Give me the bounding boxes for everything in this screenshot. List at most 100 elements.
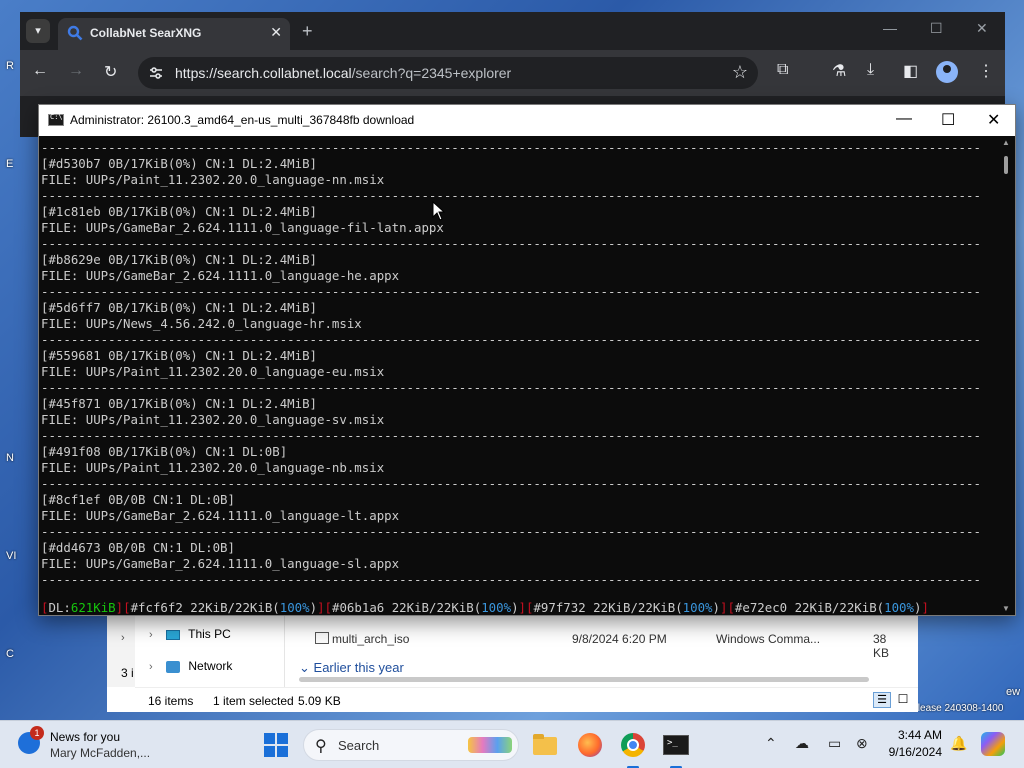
download-file-line: FILE: UUPs/GameBar_2.624.1111.0_language… xyxy=(41,220,444,235)
bracket: ] xyxy=(115,600,124,615)
tiles-view-icon[interactable]: ☐ xyxy=(895,692,911,708)
address-bar[interactable]: https://search.collabnet.local/search?q=… xyxy=(138,57,758,89)
console-scrollbar[interactable]: ▲ ▼ xyxy=(997,136,1015,615)
bracket: [ xyxy=(324,600,333,615)
download-status-line: [#45f871 0B/17KiB(0%) CN:1 DL:2.4MiB] xyxy=(41,396,318,411)
bracket: [ xyxy=(727,600,735,615)
selection-size: 5.09 KB xyxy=(298,694,341,708)
console-separator: ----------------------------------------… xyxy=(41,380,981,395)
nav-item-network[interactable]: › Network xyxy=(149,659,232,673)
system-clock[interactable]: 3:44 AM 9/16/2024 xyxy=(884,727,942,761)
console-close-button[interactable]: ✕ xyxy=(987,110,1000,130)
item-count: 16 items xyxy=(148,694,194,708)
download-file-line: FILE: UUPs/Paint_11.2302.20.0_language-e… xyxy=(41,364,385,379)
nav-item-this-pc[interactable]: › This PC xyxy=(149,627,231,641)
download-icon[interactable]: ⤓ xyxy=(867,61,874,79)
desktop-fragment: Release 240308-1400 xyxy=(905,703,1004,714)
tab-search-button[interactable]: ▾ xyxy=(26,19,50,43)
console-separator: ----------------------------------------… xyxy=(41,572,981,587)
file-row[interactable]: multi_arch_iso 9/8/2024 6:20 PM Windows … xyxy=(285,610,905,660)
search-highlight-icon xyxy=(468,737,512,753)
command-prompt-icon xyxy=(48,113,64,126)
network-disconnected-icon[interactable]: ⊗ xyxy=(856,735,868,752)
desktop-fragment: ew xyxy=(1006,686,1021,698)
new-tab-button[interactable]: + xyxy=(302,21,313,42)
download-status-line: [#b8629e 0B/17KiB(0%) CN:1 DL:2.4MiB] xyxy=(41,252,318,267)
download-status-line: [#dd4673 0B/0B CN:1 DL:0B] xyxy=(41,540,235,555)
download-status-line: [#1c81eb 0B/17KiB(0%) CN:1 DL:2.4MiB] xyxy=(41,204,318,219)
console-separator: ----------------------------------------… xyxy=(41,476,981,491)
console-maximize-button[interactable]: ☐ xyxy=(941,110,955,130)
summary-item: ) xyxy=(712,600,720,615)
notification-badge: 1 xyxy=(30,726,44,740)
chevron-down-icon[interactable]: ⌄ xyxy=(299,660,310,675)
tab-searxng[interactable]: CollabNet SearXNG ✕ xyxy=(58,18,290,50)
reload-button[interactable]: ↻ xyxy=(104,62,117,82)
back-button[interactable]: ← xyxy=(32,62,48,80)
summary-item: #06b1a6 22KiB/22KiB( xyxy=(332,600,482,615)
summary-item-percent: 100% xyxy=(884,600,914,615)
summary-dl-value: 621KiB xyxy=(70,600,116,615)
download-file-line: FILE: UUPs/News_4.56.242.0_language-hr.m… xyxy=(41,316,362,331)
forward-button[interactable]: → xyxy=(68,62,84,80)
close-tab-icon[interactable]: ✕ xyxy=(270,24,282,41)
bookmark-star-icon[interactable]: ☆ xyxy=(732,62,748,83)
site-settings-icon[interactable] xyxy=(148,65,164,81)
console-title: Administrator: 26100.3_amd64_en-us_multi… xyxy=(70,113,415,127)
console-separator: ----------------------------------------… xyxy=(41,140,981,155)
desktop-fragment: N xyxy=(6,452,14,464)
scroll-up-arrow-icon[interactable]: ▲ xyxy=(1002,138,1010,147)
profile-avatar[interactable] xyxy=(936,61,958,83)
file-size: 38 KB xyxy=(873,632,890,660)
close-window-button[interactable]: ✕ xyxy=(976,20,988,37)
chevron-right-icon[interactable]: › xyxy=(149,629,153,641)
chrome-app-icon[interactable] xyxy=(619,731,647,768)
search-label: Search xyxy=(338,738,380,753)
horizontal-scrollbar[interactable] xyxy=(299,677,869,682)
bracket: [ xyxy=(123,600,131,615)
labs-flask-icon[interactable]: ⚗ xyxy=(832,61,846,81)
console-minimize-button[interactable]: — xyxy=(896,110,912,128)
console-separator: ----------------------------------------… xyxy=(41,236,981,251)
summary-item-percent: 100% xyxy=(481,600,512,615)
expand-chevron-icon[interactable]: › xyxy=(121,632,125,644)
console-window: Administrator: 26100.3_amd64_en-us_multi… xyxy=(38,104,1016,616)
copilot-icon[interactable] xyxy=(981,732,1005,756)
desktop-fragment: R xyxy=(6,60,14,72)
nav-item-label: Network xyxy=(188,659,233,673)
file-explorer-app-icon[interactable] xyxy=(531,731,559,759)
explorer-status-bar: 16 items 1 item selected 5.09 KB ☰ ☐ xyxy=(135,687,918,712)
display-icon[interactable]: ▭ xyxy=(828,735,841,752)
start-button[interactable] xyxy=(264,733,288,757)
details-view-icon[interactable]: ☰ xyxy=(873,692,891,708)
maximize-button[interactable]: ☐ xyxy=(930,20,943,37)
firefox-app-icon[interactable] xyxy=(576,731,604,759)
scroll-down-arrow-icon[interactable]: ▼ xyxy=(1002,604,1010,613)
batch-file-icon xyxy=(315,632,329,644)
desktop-fragment: VI xyxy=(6,550,17,562)
side-panel-icon[interactable]: ◧ xyxy=(903,61,918,81)
notification-bell-icon[interactable]: 🔔 xyxy=(950,735,967,752)
group-header[interactable]: ⌄ Earlier this year xyxy=(299,660,404,676)
chevron-up-icon[interactable]: ⌃ xyxy=(765,735,777,752)
file-date: 9/8/2024 6:20 PM xyxy=(572,632,667,646)
bracket: ] xyxy=(317,600,325,615)
download-file-line: FILE: UUPs/Paint_11.2302.20.0_language-n… xyxy=(41,172,385,187)
console-separator: ----------------------------------------… xyxy=(41,332,981,347)
scrollbar-thumb[interactable] xyxy=(1004,156,1008,174)
minimize-button[interactable]: — xyxy=(883,20,897,36)
console-output[interactable]: ----------------------------------------… xyxy=(39,136,999,615)
navigation-pane: › This PC › Network xyxy=(135,610,285,687)
summary-item: ) xyxy=(511,600,519,615)
monitor-icon xyxy=(166,629,181,640)
terminal-app-icon[interactable]: >_ xyxy=(662,731,690,768)
file-type: Windows Comma... xyxy=(716,632,821,646)
network-icon xyxy=(166,660,181,673)
taskbar-search[interactable]: ⚲ Search xyxy=(303,729,519,761)
explorer-fragment: 3 i xyxy=(121,666,134,680)
extensions-icon[interactable]: ⧉ xyxy=(777,61,788,79)
cloud-offline-icon[interactable]: ☁ xyxy=(795,735,809,752)
menu-kebab-icon[interactable]: ⋮ xyxy=(978,61,994,81)
chevron-right-icon[interactable]: › xyxy=(149,661,153,673)
clock-date: 9/16/2024 xyxy=(888,745,942,759)
